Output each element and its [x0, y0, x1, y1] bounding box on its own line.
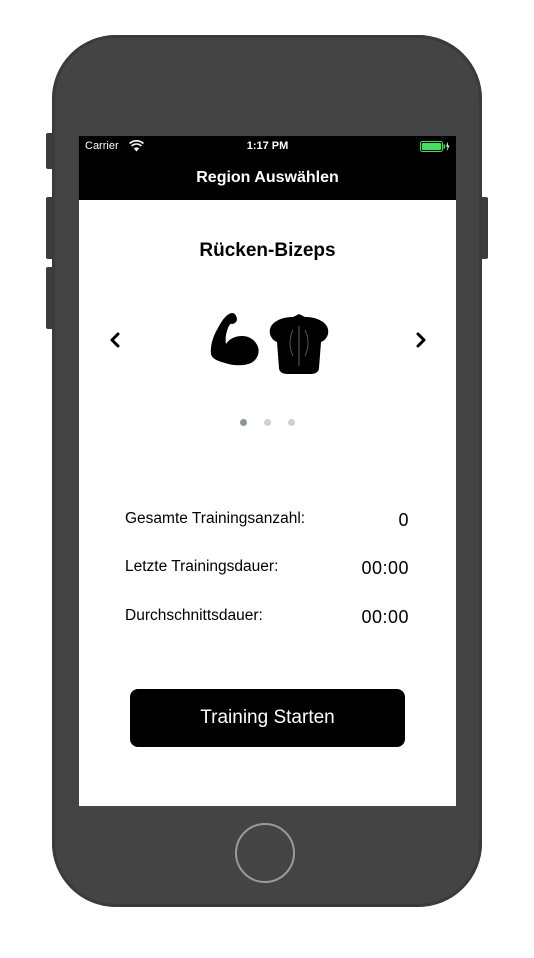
back-torso-icon [269, 314, 329, 374]
stat-label: Gesamte Trainingsanzahl: [125, 510, 306, 527]
stat-value: 00:00 [361, 607, 409, 627]
stat-value: 00:00 [361, 558, 409, 578]
stat-label: Letzte Trainingsdauer: [125, 558, 279, 575]
stat-value: 0 [398, 510, 409, 530]
page-dot-2[interactable] [264, 419, 271, 426]
app-screen: Carrier 1:17 PM Region Auswählen Rücken-… [79, 136, 456, 806]
battery-icon [420, 141, 450, 152]
status-bar: Carrier 1:17 PM [79, 136, 456, 156]
status-time: 1:17 PM [246, 140, 289, 152]
power-button[interactable] [481, 197, 488, 259]
region-title: Rücken-Bizeps [199, 240, 336, 261]
start-training-button[interactable]: Training Starten [130, 689, 405, 747]
stat-row-average-duration: Durchschnittsdauer: 00:00 [125, 607, 409, 631]
region-icons [210, 312, 329, 374]
stat-row-last-duration: Letzte Trainingsdauer: 00:00 [125, 558, 409, 582]
navigation-bar: Region Auswählen [79, 156, 456, 200]
nav-title: Region Auswählen [196, 169, 339, 186]
chevron-left-icon[interactable] [103, 328, 127, 352]
stat-row-total-count: Gesamte Trainingsanzahl: 0 [125, 510, 409, 534]
biceps-icon [210, 312, 259, 366]
page-dot-1[interactable] [240, 419, 247, 426]
page-dot-3[interactable] [288, 419, 295, 426]
page-control[interactable] [237, 419, 297, 429]
chevron-right-icon[interactable] [409, 328, 433, 352]
home-button[interactable] [235, 823, 295, 883]
stat-label: Durchschnittsdauer: [125, 607, 263, 624]
